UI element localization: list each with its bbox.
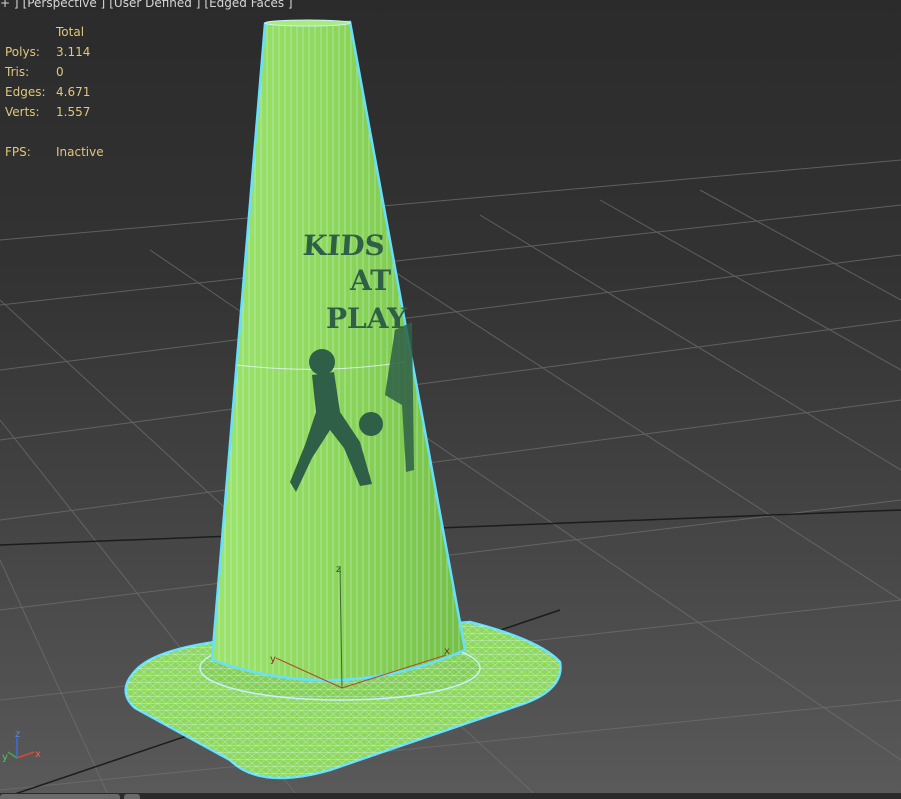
stats-verts-value: 1.557 — [56, 105, 91, 119]
stats-edges-label: Edges: — [5, 85, 46, 99]
cone-body[interactable] — [210, 19, 467, 682]
viewport-plus-menu[interactable]: + ] — [0, 0, 19, 10]
viewport-bottom-bar — [0, 793, 901, 799]
stats-tris-label: Tris: — [5, 65, 30, 79]
bottom-tab-left[interactable] — [0, 794, 120, 799]
viewport-label-menu[interactable]: + ] [Perspective ] [User Defined ] [Edged F… — [0, 0, 297, 11]
stats-edges-value: 4.671 — [56, 85, 91, 99]
stats-polys-value: 3.114 — [56, 45, 91, 59]
stats-tris-value: 0 — [56, 65, 64, 79]
decal-line-1: KIDS — [302, 229, 386, 262]
gizmo-z-label: z — [336, 564, 341, 575]
stats-verts-label: Verts: — [5, 105, 40, 119]
viewport-edged-faces-menu[interactable]: [Edged Faces ] — [204, 0, 292, 10]
gizmo-x-label: x — [444, 646, 450, 657]
scene-canvas[interactable]: KIDS AT PLAY z y x z y x — [0, 0, 901, 799]
stats-fps-value: Inactive — [56, 145, 104, 159]
stats-total-header: Total — [56, 25, 85, 39]
world-y-label: y — [2, 752, 8, 763]
world-z-label: z — [15, 729, 20, 740]
stats-fps-label: FPS: — [5, 145, 31, 159]
bottom-tab-small[interactable] — [124, 794, 140, 799]
perspective-viewport[interactable]: KIDS AT PLAY z y x z y x +] [Perspectiv… — [0, 0, 901, 799]
decal-line-2: AT — [349, 264, 391, 297]
viewport-shading-menu[interactable]: [User Defined ] — [109, 0, 200, 10]
world-axis-tripod: z y x — [2, 729, 41, 763]
statistics-overlay: Total Polys: 3.114 Tris: 0 Edges: 4.671 Ver… — [5, 22, 104, 162]
viewport-view-menu[interactable]: [Perspective ] — [23, 0, 106, 10]
gizmo-y-label: y — [270, 654, 276, 665]
world-x-label: x — [35, 749, 41, 760]
stats-polys-label: Polys: — [5, 45, 40, 59]
